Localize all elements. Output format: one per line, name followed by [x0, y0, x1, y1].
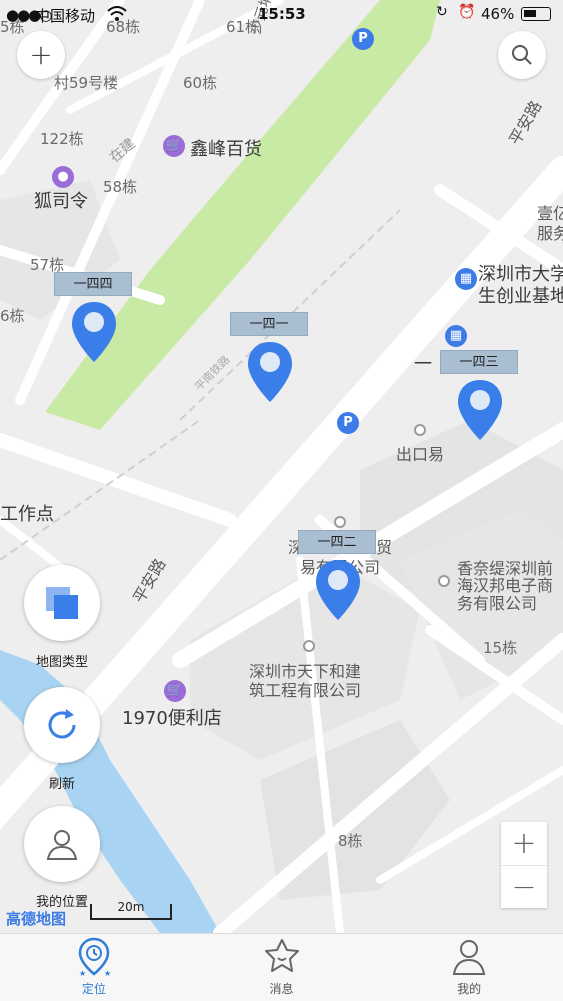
parking-icon: P: [352, 28, 374, 50]
location-pin-icon: [248, 342, 292, 402]
label-15: 15栋: [483, 639, 518, 657]
alarm-icon: ⏰: [458, 4, 476, 20]
search-button[interactable]: [498, 31, 546, 79]
label-58: 58栋: [103, 178, 138, 196]
battery-percent: 46%: [481, 5, 515, 23]
map-type-button[interactable]: [24, 565, 100, 641]
map-type-label: 地图类型: [35, 655, 88, 670]
location-pin-icon: [458, 380, 502, 440]
refresh-label: 刷新: [48, 777, 75, 792]
status-bar: ●●●○ 中国移动 15:53 ↻ ⏰ 46%: [0, 0, 563, 30]
tab-bar: ★ ★ 定位 消息 我的: [0, 933, 563, 1001]
scale-bar: 20m: [90, 900, 172, 920]
label-gongzuodian: 工作点: [0, 504, 54, 525]
label-chukouyi: 出口易: [396, 445, 445, 464]
shop-icon: 🛒: [164, 680, 186, 702]
label-yi: 一: [414, 354, 432, 375]
zoom-control: + −: [501, 822, 547, 908]
plus-icon: +: [29, 38, 53, 71]
shop-icon: 🛒: [163, 135, 185, 157]
parking-icon: P: [337, 412, 359, 434]
marker-tag: 一四四: [54, 272, 132, 296]
location-clock-icon: ★ ★: [78, 937, 111, 978]
marker-tag: 一四一: [230, 312, 308, 336]
tab-locate[interactable]: ★ ★ 定位: [0, 934, 188, 1001]
scale-label: 20m: [117, 900, 145, 914]
poi-dot: [414, 424, 426, 436]
marker-tag: 一四二: [298, 530, 376, 554]
layers-icon: [46, 587, 78, 619]
poi-dot: [303, 640, 315, 652]
svg-text:★: ★: [104, 969, 111, 978]
map-view[interactable]: 68栋 61栋 5栋 村59号楼 60栋 122栋 在建 🛒 鑫峰百货 ● 狐司…: [0, 0, 563, 933]
label-husiling: 狐司令: [34, 191, 88, 212]
marker-tag: 一四三: [440, 350, 518, 374]
label-univ2: 生创业基地: [478, 286, 563, 307]
poi-dot: [438, 575, 450, 587]
refresh-button[interactable]: [24, 687, 100, 763]
label-8: 8栋: [338, 832, 363, 850]
person-icon: [452, 940, 486, 975]
label-122: 122栋: [40, 130, 84, 148]
map-base: [0, 0, 563, 933]
poi-dot: [334, 516, 346, 528]
svg-text:★: ★: [79, 969, 86, 978]
person-icon: [46, 830, 78, 860]
zoom-in-button[interactable]: +: [501, 822, 547, 866]
building-icon: ▦: [445, 325, 467, 347]
label-6: 6栋: [0, 307, 25, 325]
tab-messages[interactable]: 消息: [188, 934, 376, 1001]
label-yiqi2: 服务: [537, 224, 563, 243]
my-location-button[interactable]: [24, 806, 100, 882]
location-pin-icon: [316, 560, 360, 620]
tab-profile-label: 我的: [457, 982, 482, 996]
battery-icon: [521, 7, 551, 21]
label-59: 村59号楼: [54, 74, 119, 92]
refresh-icon: [48, 709, 76, 739]
tab-profile[interactable]: 我的: [375, 934, 563, 1001]
label-xinfeng: 鑫峰百货: [190, 139, 262, 160]
amap-logo: 高德地图: [6, 910, 67, 928]
building-icon: ▦: [455, 268, 477, 290]
restaurant-icon: ●: [52, 166, 74, 188]
label-xiangnai3: 务有限公司: [457, 594, 538, 613]
search-icon: [512, 45, 532, 65]
add-button[interactable]: +: [17, 31, 65, 79]
tab-locate-label: 定位: [81, 982, 106, 996]
carrier-name: 中国移动: [35, 7, 96, 25]
wifi-icon: [107, 6, 127, 21]
location-pin-icon: [72, 302, 116, 362]
label-60: 60栋: [183, 74, 218, 92]
star-face-icon: [264, 939, 299, 972]
status-time: 15:53: [258, 5, 306, 23]
tab-messages-label: 消息: [269, 982, 294, 996]
label-1970: 1970便利店: [122, 708, 222, 729]
zoom-out-button[interactable]: −: [501, 866, 547, 909]
label-tianxia2: 筑工程有限公司: [249, 681, 362, 700]
orientation-lock-icon: ↻: [436, 4, 448, 20]
